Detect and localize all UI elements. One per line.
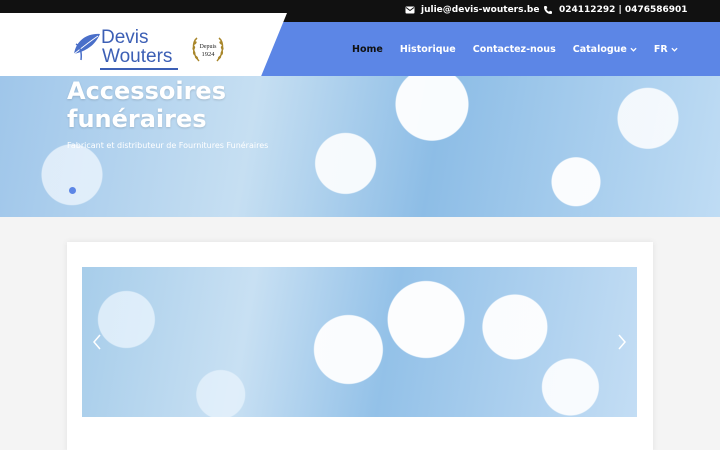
- nav-item-label: Home: [352, 43, 383, 55]
- seal-line2: 1924: [202, 51, 216, 58]
- brand-logo[interactable]: Devis Wouters: [101, 28, 172, 66]
- hero-slide-dot[interactable]: [69, 187, 76, 194]
- leaf-logo-icon: [73, 33, 100, 61]
- chevron-left-icon[interactable]: [90, 333, 104, 351]
- content-card: [67, 242, 653, 450]
- phone-icon: [544, 6, 552, 14]
- phone-contact[interactable]: 024112292 | 0476586901: [543, 5, 688, 15]
- nav-item-label: FR: [653, 43, 668, 55]
- hero-title: Accessoires funéraires: [67, 77, 226, 133]
- nav-item-catalogue[interactable]: Catalogue: [573, 44, 637, 55]
- nav-item-language[interactable]: FR: [654, 44, 678, 55]
- logo-underline: [100, 68, 178, 70]
- nav-item-label: Historique: [399, 43, 456, 55]
- seal-line1: Depuis: [200, 44, 218, 50]
- email-contact[interactable]: julie@devis-wouters.be: [405, 5, 539, 15]
- laurel-seal-icon: Depuis 1924: [192, 37, 224, 62]
- logo-line2: Wouters: [102, 46, 173, 67]
- nav-item-label: Contactez-nous: [472, 43, 556, 55]
- nav-item-historique[interactable]: Historique: [400, 44, 456, 55]
- hero-title-line2: funéraires: [67, 105, 207, 133]
- envelope-icon: [405, 6, 415, 14]
- hero-title-line1: Accessoires: [67, 77, 226, 105]
- phone-text: 024112292 | 0476586901: [559, 5, 688, 15]
- nav-item-home[interactable]: Home: [352, 44, 383, 55]
- email-text: julie@devis-wouters.be: [421, 5, 540, 15]
- chevron-down-icon: [630, 47, 637, 52]
- nav-item-contact[interactable]: Contactez-nous: [473, 44, 556, 55]
- nav-item-label: Catalogue: [572, 43, 627, 55]
- chevron-down-icon: [671, 47, 678, 52]
- chevron-right-icon[interactable]: [615, 333, 629, 351]
- nav-menu: Home Historique Contactez-nous Catalogue…: [352, 22, 695, 76]
- hero-banner: Accessoires funéraires Fabricant et dist…: [0, 76, 720, 217]
- hero-subtitle: Fabricant et distributeur de Fournitures…: [67, 141, 269, 150]
- image-slider[interactable]: [82, 267, 637, 417]
- logo-line1: Devis: [101, 27, 149, 48]
